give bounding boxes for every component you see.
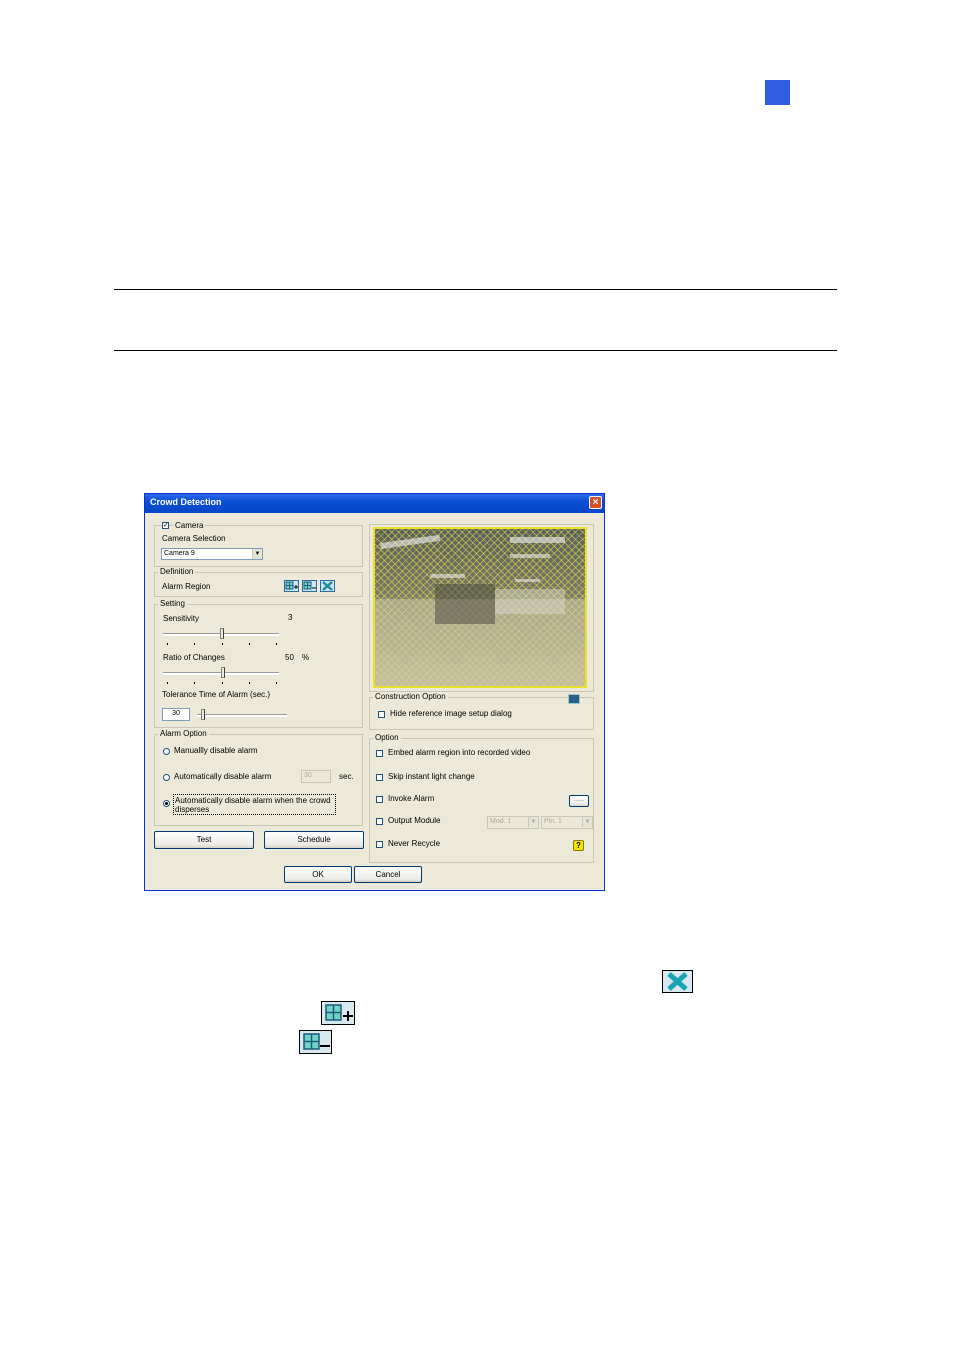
alarm-option-legend: Alarm Option [158,729,209,738]
auto-disable-unit: sec. [339,772,354,781]
pin-select-value: Pin. 1 [544,818,562,825]
slider-tick [276,643,277,645]
tolerance-input[interactable]: 30 [162,708,190,721]
never-recycle-checkbox[interactable] [376,841,383,848]
invoke-alarm-label: Invoke Alarm [388,794,435,803]
embed-region-label: Embed alarm region into recorded video [388,748,531,757]
module-select[interactable]: Mod. 1 ▼ [487,816,539,829]
sensitivity-value: 3 [288,613,293,622]
close-button[interactable]: × [589,496,602,509]
cancel-button[interactable]: Cancel [354,866,422,883]
clear-region-icon [662,970,693,993]
setting-legend: Setting [158,599,187,608]
ratio-unit: % [302,653,310,662]
crowd-disperse-radio[interactable] [163,800,170,807]
tolerance-label: Tolerance Time of Alarm (sec.) [162,690,271,699]
skip-light-change-checkbox[interactable] [376,774,383,781]
dialog-title: Crowd Detection [150,497,222,507]
chevron-down-icon: ▼ [582,817,592,827]
clear-region-icon[interactable] [320,580,335,592]
invoke-alarm-settings-button[interactable]: ...... [569,795,589,807]
divider-top [114,289,837,290]
title-bar: Crowd Detection × [145,494,604,513]
tolerance-slider-thumb[interactable] [201,709,205,720]
invoke-alarm-checkbox[interactable] [376,796,383,803]
camera-select[interactable]: Camera 9 ▼ [161,548,263,560]
crowd-detection-dialog: Crowd Detection × ✓ Camera Camera Select… [144,493,605,891]
slider-tick [222,682,223,684]
slider-tick [167,643,168,645]
ratio-value: 50 [285,653,294,662]
manual-disable-radio[interactable] [163,748,170,755]
camera-selection-label: Camera Selection [162,534,226,543]
ok-button[interactable]: OK [284,866,352,883]
chevron-down-icon: ▼ [252,549,262,559]
tolerance-slider-track[interactable] [197,714,287,717]
auto-disable-label: Automatically disable alarm [174,772,272,781]
sensitivity-label: Sensitivity [163,614,200,623]
skip-light-change-label: Skip instant light change [388,772,475,781]
auto-disable-radio[interactable] [163,774,170,781]
option-legend: Option [373,733,401,742]
ratio-label: Ratio of Changes [163,653,225,662]
construction-option-legend: Construction Option [373,692,448,701]
slider-tick [249,643,250,645]
sensitivity-slider-thumb[interactable] [220,628,224,639]
slider-tick [194,643,195,645]
output-module-label: Output Module [388,816,441,825]
camera-preview-image[interactable] [373,527,587,688]
camera-group [154,525,363,567]
hide-reference-checkbox[interactable] [378,711,385,718]
camera-label: Camera [173,521,206,530]
crowd-disperse-label-line1: Automatically disable alarm when the cro… [175,796,331,805]
help-icon[interactable]: ? [573,840,584,851]
module-select-value: Mod. 1 [490,818,512,825]
definition-legend: Definition [158,567,196,576]
add-region-icon [321,1001,355,1025]
test-button[interactable]: Test [154,831,254,849]
camera-select-value: Camera 9 [164,550,195,557]
slider-tick [194,682,195,684]
crowd-disperse-label-line2: disperses [175,805,210,814]
pin-select[interactable]: Pin. 1 ▼ [541,816,593,829]
slider-tick [167,682,168,684]
ratio-slider-thumb[interactable] [221,667,225,678]
output-module-checkbox[interactable] [376,818,383,825]
hide-reference-label: Hide reference image setup dialog [390,709,512,718]
add-region-icon[interactable] [284,580,299,592]
divider-bottom [114,350,837,351]
chevron-down-icon: ▼ [528,817,538,827]
auto-disable-seconds-input[interactable]: 30 [301,770,331,783]
manual-disable-label: Manuallly disable alarm [174,746,258,755]
camera-icon[interactable] [568,694,580,704]
slider-tick [276,682,277,684]
chapter-marker [765,80,790,105]
never-recycle-label: Never Recycle [388,839,441,848]
alarm-region-label: Alarm Region [162,582,211,591]
remove-region-icon[interactable] [302,580,317,592]
slider-tick [249,682,250,684]
slider-tick [222,643,223,645]
crowd-disperse-focus: Automatically disable alarm when the cro… [173,794,336,815]
schedule-button[interactable]: Schedule [264,831,364,849]
remove-region-icon [299,1030,332,1054]
camera-checkbox[interactable]: ✓ [162,522,169,529]
embed-region-checkbox[interactable] [376,750,383,757]
